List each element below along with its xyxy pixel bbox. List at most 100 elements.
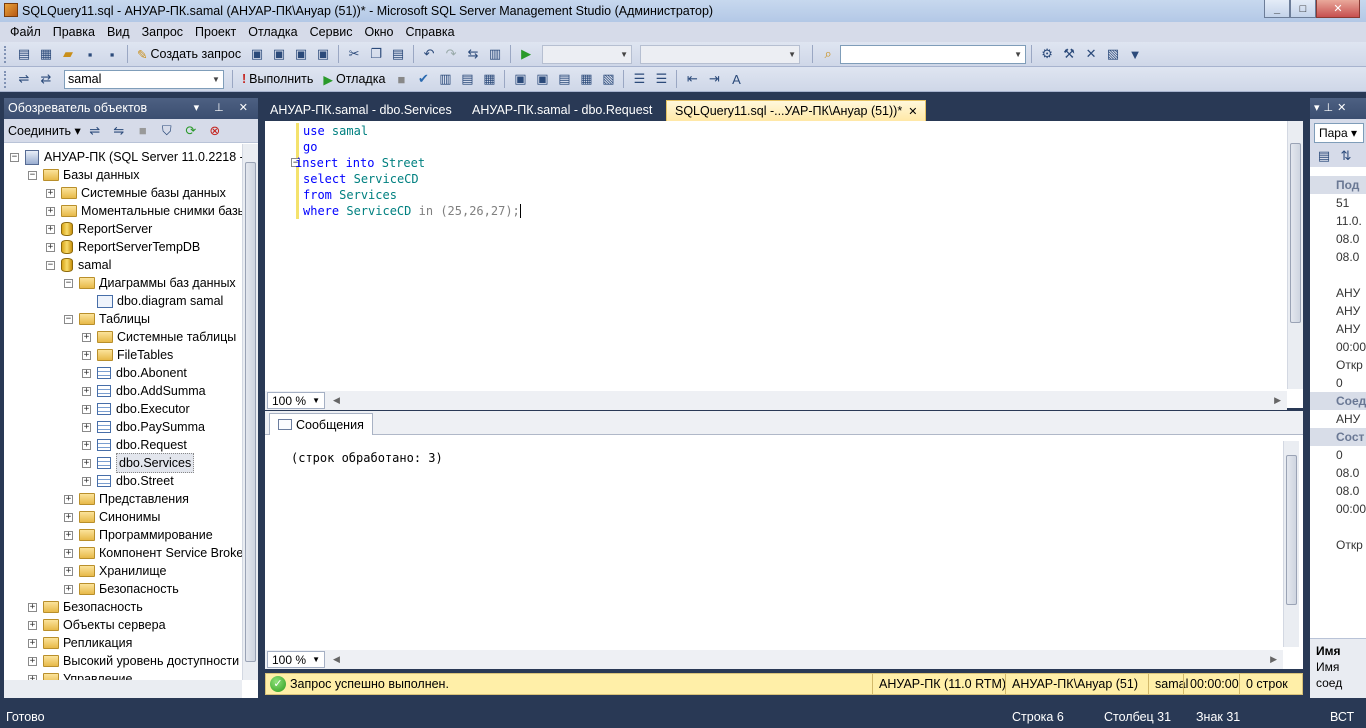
tools-icon[interactable]: ✕ [1081, 44, 1101, 64]
minimize-button[interactable]: _ [1264, 0, 1290, 18]
registered-servers-icon[interactable]: ⚙ [1037, 44, 1057, 64]
expand-icon[interactable]: + [64, 494, 73, 504]
tree-node-server[interactable]: −АНУАР-ПК (SQL Server 11.0.2218 - АН [10, 148, 242, 166]
editor-zoom-select[interactable]: 100 % ▼ [267, 392, 325, 409]
connect-icon[interactable]: ⇌ [14, 69, 34, 89]
property-value[interactable]: 51 [1310, 194, 1366, 212]
scroll-right-icon[interactable]: ▶ [1274, 395, 1281, 406]
collapse-icon[interactable]: − [28, 170, 37, 180]
scroll-thumb[interactable] [1290, 143, 1301, 323]
change-connection-icon[interactable]: ⇄ [36, 69, 56, 89]
property-value[interactable]: 08.0 [1310, 230, 1366, 248]
tree-node-server-objects[interactable]: + Объекты сервера [28, 616, 166, 634]
tree-node-synonyms[interactable]: + Синонимы [64, 508, 160, 526]
expand-icon[interactable]: + [46, 242, 55, 252]
scroll-left-icon[interactable]: ◀ [333, 395, 340, 406]
tree-node-table-abonent[interactable]: + dbo.Abonent [82, 364, 187, 382]
query-designer-icon[interactable]: ▤ [457, 69, 477, 89]
find-in-files-icon[interactable]: ⌕ [818, 44, 838, 64]
tree-node-reportserver[interactable]: + ReportServer [46, 220, 152, 238]
expand-icon[interactable]: + [46, 206, 55, 216]
expand-icon[interactable]: + [82, 440, 91, 450]
panel-pin-icon[interactable]: ▾ ⊥ ✕ [194, 98, 254, 119]
scroll-left-icon[interactable]: ◀ [333, 654, 340, 665]
copy-icon[interactable]: ❐ [366, 44, 386, 64]
expand-icon[interactable]: + [82, 386, 91, 396]
tree-node-replication[interactable]: + Репликация [28, 634, 132, 652]
tab-messages[interactable]: Сообщения [269, 413, 373, 435]
display-plan-icon[interactable]: ▥ [435, 69, 455, 89]
activity-monitor-icon[interactable]: ⊗ [205, 121, 225, 141]
property-value[interactable]: Откр [1310, 356, 1366, 374]
expand-icon[interactable]: + [28, 656, 37, 666]
intellisense-icon[interactable]: ▦ [479, 69, 499, 89]
xmla-query-icon[interactable]: ▣ [313, 44, 333, 64]
cut-icon[interactable]: ✂ [344, 44, 364, 64]
paste-icon[interactable]: ▤ [388, 44, 408, 64]
expand-icon[interactable]: + [64, 548, 73, 558]
undo-icon[interactable]: ↶ [419, 44, 439, 64]
menu-help[interactable]: Справка [400, 22, 461, 42]
scroll-thumb[interactable] [245, 162, 256, 662]
mdx-query-icon[interactable]: ▣ [291, 44, 311, 64]
results-zoom-select[interactable]: 100 % ▼ [267, 651, 325, 668]
property-value[interactable]: 00:00 [1310, 500, 1366, 518]
collapse-icon[interactable]: − [64, 314, 73, 324]
toolbar-grip[interactable] [4, 70, 8, 88]
results-text-icon[interactable]: ▤ [554, 69, 574, 89]
execute-button[interactable]: ! Выполнить [238, 72, 317, 86]
solution-platform-combo[interactable]: ▼ [640, 44, 801, 64]
menu-project[interactable]: Проект [189, 22, 242, 42]
property-value[interactable]: АНУ [1310, 284, 1366, 302]
find-combo[interactable]: ▼ [840, 44, 1027, 64]
save-all-icon[interactable]: ▪ [102, 44, 122, 64]
filter-icon[interactable]: ⛉ [157, 121, 177, 141]
navigate-icon[interactable]: ⇆ [463, 44, 483, 64]
menu-query[interactable]: Запрос [136, 22, 189, 42]
refresh-icon[interactable]: ⟳ [181, 121, 201, 141]
scroll-right-icon[interactable]: ▶ [1270, 654, 1277, 665]
property-value[interactable] [1310, 266, 1366, 284]
properties-object-select[interactable]: Пара ▾ [1314, 123, 1364, 143]
results-file-icon[interactable]: ▧ [598, 69, 618, 89]
property-value[interactable]: 11.0. [1310, 212, 1366, 230]
properties-icon[interactable]: ▼ [1125, 44, 1145, 64]
property-value[interactable]: 08.0 [1310, 248, 1366, 266]
connect-server-icon[interactable]: ⇌ [85, 121, 105, 141]
property-value[interactable]: 00:00 [1310, 338, 1366, 356]
property-value[interactable]: Откр [1310, 536, 1366, 554]
tree-node-alwayson[interactable]: + Высокий уровень доступности A [28, 652, 242, 670]
property-value[interactable]: АНУ [1310, 320, 1366, 338]
collapse-icon[interactable]: − [10, 152, 19, 162]
close-button[interactable]: ✕ [1316, 0, 1360, 18]
expand-icon[interactable]: + [28, 638, 37, 648]
expand-icon[interactable]: + [64, 530, 73, 540]
solution-icon[interactable]: ▥ [485, 44, 505, 64]
collapse-icon[interactable]: − [46, 260, 55, 270]
menu-file[interactable]: Файл [4, 22, 47, 42]
property-value[interactable]: 08.0 [1310, 464, 1366, 482]
expand-icon[interactable]: + [46, 188, 55, 198]
tree-node-management[interactable]: + Управление [28, 670, 133, 680]
tree-node-diagrams[interactable]: − Диаграммы баз данных [64, 274, 236, 292]
tab-sqlquery11[interactable]: SQLQuery11.sql -...УАР-ПК\Ануар (51))* ✕ [666, 100, 927, 121]
tree-node-samal[interactable]: − samal [46, 256, 111, 274]
scroll-thumb[interactable] [1286, 455, 1297, 605]
expand-icon[interactable]: + [46, 224, 55, 234]
connect-button[interactable]: Соединить ▾ [8, 123, 81, 138]
panel-pin-icon[interactable]: ▾⊥✕ [1314, 102, 1350, 114]
open-file-icon[interactable]: ▰ [58, 44, 78, 64]
alphabetical-icon[interactable]: ⇅ [1336, 146, 1356, 166]
expand-icon[interactable]: + [82, 350, 91, 360]
tree-node-service-broker[interactable]: + Компонент Service Broker [64, 544, 242, 562]
new-project-icon[interactable]: ▤ [14, 44, 34, 64]
tree-node-snapshots[interactable]: + Моментальные снимки базы [46, 202, 242, 220]
property-value[interactable]: 0 [1310, 446, 1366, 464]
tree-node-programmability[interactable]: + Программирование [64, 526, 213, 544]
uncomment-icon[interactable]: ☰ [651, 69, 671, 89]
new-query-button[interactable]: ✎ Создать запрос [133, 47, 245, 62]
property-value[interactable] [1310, 518, 1366, 536]
disconnect-icon[interactable]: ⇋ [109, 121, 129, 141]
maximize-button[interactable]: □ [1290, 0, 1316, 18]
database-engine-query-icon[interactable]: ▣ [247, 44, 267, 64]
